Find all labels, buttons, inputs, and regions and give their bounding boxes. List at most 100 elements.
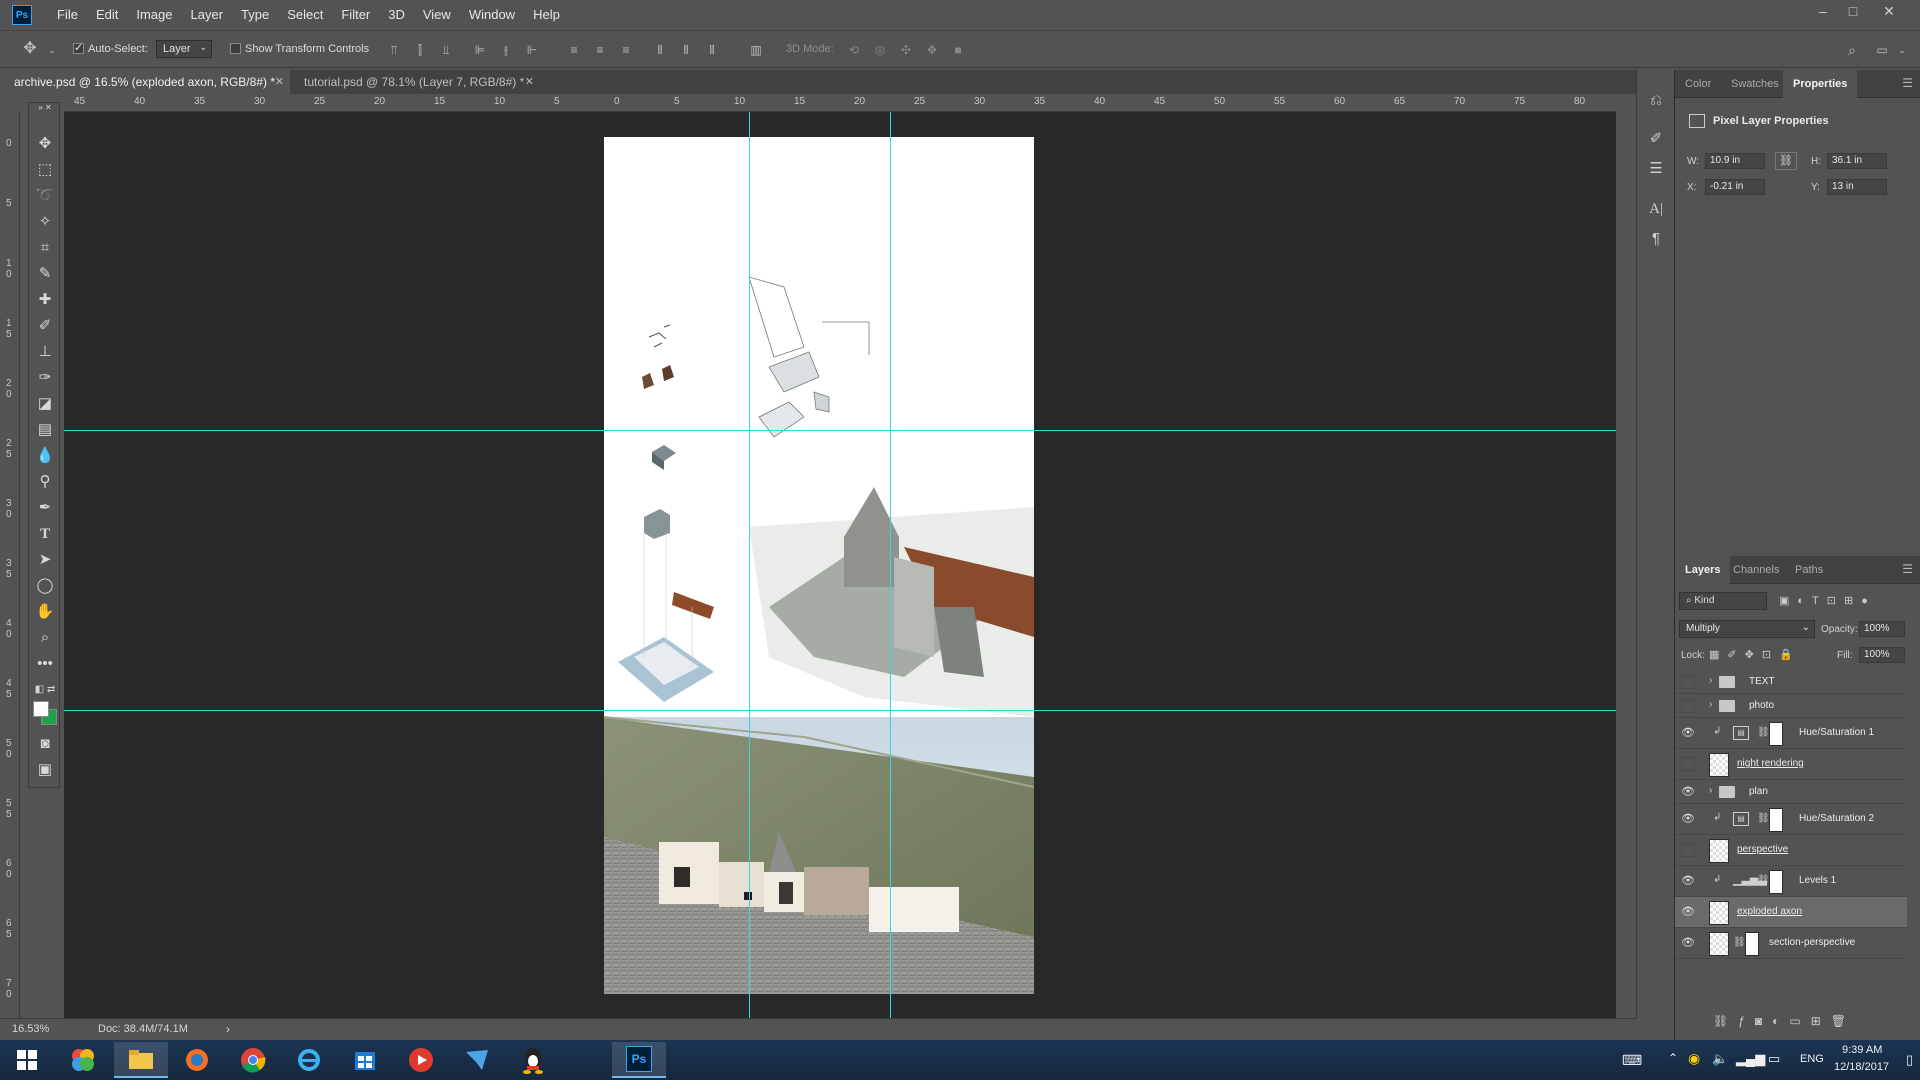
crop-tool-icon[interactable]: ⌗ [33,237,57,259]
collapse-tools-icon[interactable]: » ✕ [33,103,57,113]
character-panel-icon[interactable]: A| [1645,198,1667,220]
3d-scale-icon[interactable]: ■ [950,42,966,58]
blur-tool-icon[interactable]: 💧 [33,445,57,467]
menu-layer[interactable]: Layer [182,0,233,30]
guide-horizontal[interactable] [64,710,1616,711]
3d-slide-icon[interactable]: ✥ [924,42,940,58]
menu-help[interactable]: Help [524,0,569,30]
layer-row-photo[interactable]: › photo [1675,694,1907,718]
visibility-toggle[interactable] [1681,757,1695,771]
eye-icon[interactable]: 👁 [1681,905,1695,919]
tab-swatches[interactable]: Swatches [1721,70,1789,98]
tab-tutorial[interactable]: tutorial.psd @ 78.1% (Layer 7, RGB/8#) *… [290,70,540,94]
dodge-tool-icon[interactable]: ⚲ [33,471,57,493]
media-player-icon[interactable] [394,1042,448,1078]
auto-align-icon[interactable]: ▥ [748,42,764,58]
height-field[interactable]: 36.1 in [1827,153,1887,169]
type-tool-icon[interactable]: T [33,523,57,545]
layer-mask-thumbnail[interactable] [1769,722,1783,746]
eraser-tool-icon[interactable]: ◪ [33,393,57,415]
layer-row-hue-saturation-2[interactable]: 👁 ↲ ▤ ⛓ Hue/Saturation 2 [1675,804,1907,835]
close-icon[interactable]: ✕ [275,70,284,94]
distribute-left-icon[interactable]: ⦀ [652,42,668,58]
default-colors-icon[interactable]: ◧ ⇄ [33,679,57,701]
tab-properties[interactable]: Properties [1783,70,1858,98]
tab-archive[interactable]: archive.psd @ 16.5% (exploded axon, RGB/… [0,70,290,94]
tab-channels[interactable]: Channels [1723,556,1789,584]
distribute-vcenter-icon[interactable]: ≡ [592,42,608,58]
minimize-button[interactable]: – [1808,0,1838,22]
store-icon[interactable] [338,1042,392,1078]
windows-start-icon[interactable] [0,1042,54,1078]
layer-mask-thumbnail[interactable] [1769,808,1783,832]
internet-explorer-icon[interactable] [282,1042,336,1078]
panel-menu-icon[interactable]: ☰ [1902,562,1913,576]
layer-row-levels-1[interactable]: 👁 ↲ ▁▃▅▃ ⛓ Levels 1 [1675,866,1907,897]
eye-icon[interactable]: 👁 [1681,874,1695,888]
visibility-toggle[interactable] [1681,675,1695,689]
show-hidden-icons[interactable]: ⌃ [1668,1051,1678,1065]
tool-preset-chevron-icon[interactable]: ⌄ [44,42,60,58]
tab-paths[interactable]: Paths [1785,556,1833,584]
eye-icon[interactable]: 👁 [1681,812,1695,826]
layer-row-exploded-axon[interactable]: 👁 exploded axon [1675,897,1907,928]
layer-row-perspective[interactable]: perspective [1675,835,1907,866]
maximize-button[interactable]: □ [1838,0,1868,22]
align-right-icon[interactable]: ⊩ [524,42,540,58]
photos-icon[interactable] [56,1042,110,1078]
language-indicator[interactable]: ENG [1800,1053,1824,1065]
file-explorer-icon[interactable] [114,1042,168,1078]
healing-tool-icon[interactable]: ✚ [33,289,57,311]
lasso-tool-icon[interactable]: ➰ [33,185,57,207]
close-icon[interactable]: ✕ [525,70,534,94]
move-tool-icon[interactable]: ✥ [22,41,38,57]
blend-mode-dropdown[interactable]: Multiply ⌄ [1679,620,1815,638]
clock-time[interactable]: 9:39 AM [1842,1044,1882,1056]
panel-menu-icon[interactable]: ☰ [1902,76,1913,90]
eye-icon[interactable]: 👁 [1681,726,1695,740]
zoom-level[interactable]: 16.53% [12,1023,49,1035]
paragraph-panel-icon[interactable]: ¶ [1645,228,1667,250]
chevron-right-icon[interactable]: › [1709,785,1712,796]
guide-vertical[interactable] [890,112,891,1018]
eyedropper-tool-icon[interactable]: ✎ [33,263,57,285]
menu-filter[interactable]: Filter [332,0,379,30]
document-canvas[interactable] [604,137,1034,994]
visibility-toggle[interactable] [1681,699,1695,713]
distribute-right-icon[interactable]: ⦀ [704,42,720,58]
width-field[interactable]: 10.9 in [1705,153,1765,169]
lock-icons[interactable]: ▦✐✥⊡🔒 [1709,648,1801,661]
menu-image[interactable]: Image [127,0,181,30]
more-tools-icon[interactable]: ••• [33,653,57,675]
show-transform-checkbox[interactable] [230,43,241,54]
adjustments-icon[interactable]: ☰ [1645,158,1667,180]
x-field[interactable]: -0.21 in [1705,179,1765,195]
qq-icon[interactable] [506,1042,560,1078]
workspace-icon[interactable]: ▭ [1874,42,1890,58]
layer-filter-dropdown[interactable]: ⌕ Kind [1679,592,1767,610]
mail-icon[interactable] [450,1042,504,1078]
keyboard-icon[interactable]: ⌨ [1622,1052,1642,1069]
align-top-icon[interactable]: ⫪ [386,42,402,58]
guide-horizontal[interactable] [64,430,1616,431]
visibility-toggle[interactable] [1681,843,1695,857]
status-arrow-icon[interactable]: › [226,1022,230,1036]
chrome-icon[interactable] [226,1042,280,1078]
layer-row-section-perspective[interactable]: 👁 ⛓ section-perspective [1675,928,1907,959]
magic-wand-tool-icon[interactable]: ✧ [33,211,57,233]
menu-3d[interactable]: 3D [379,0,414,30]
volume-icon[interactable]: 🔈 [1712,1051,1728,1067]
y-field[interactable]: 13 in [1827,179,1887,195]
search-icon[interactable]: ⌕ [1844,42,1860,58]
menu-window[interactable]: Window [460,0,524,30]
layer-filter-icons[interactable]: ▣◐T⊡⊞● [1779,594,1876,607]
3d-rotate-icon[interactable]: ⟲ [846,42,862,58]
eye-icon[interactable]: 👁 [1681,785,1695,799]
menu-view[interactable]: View [414,0,460,30]
network-icon[interactable]: ▂▄▆ [1736,1051,1765,1067]
layer-row-hue-saturation-1[interactable]: 👁 ↲ ▤ ⛓ Hue/Saturation 1 [1675,718,1907,749]
eye-icon[interactable]: 👁 [1681,936,1695,950]
distribute-hcenter-icon[interactable]: ⦀ [678,42,694,58]
fill-field[interactable]: 100% [1859,647,1905,663]
media-icon[interactable] [170,1042,224,1078]
